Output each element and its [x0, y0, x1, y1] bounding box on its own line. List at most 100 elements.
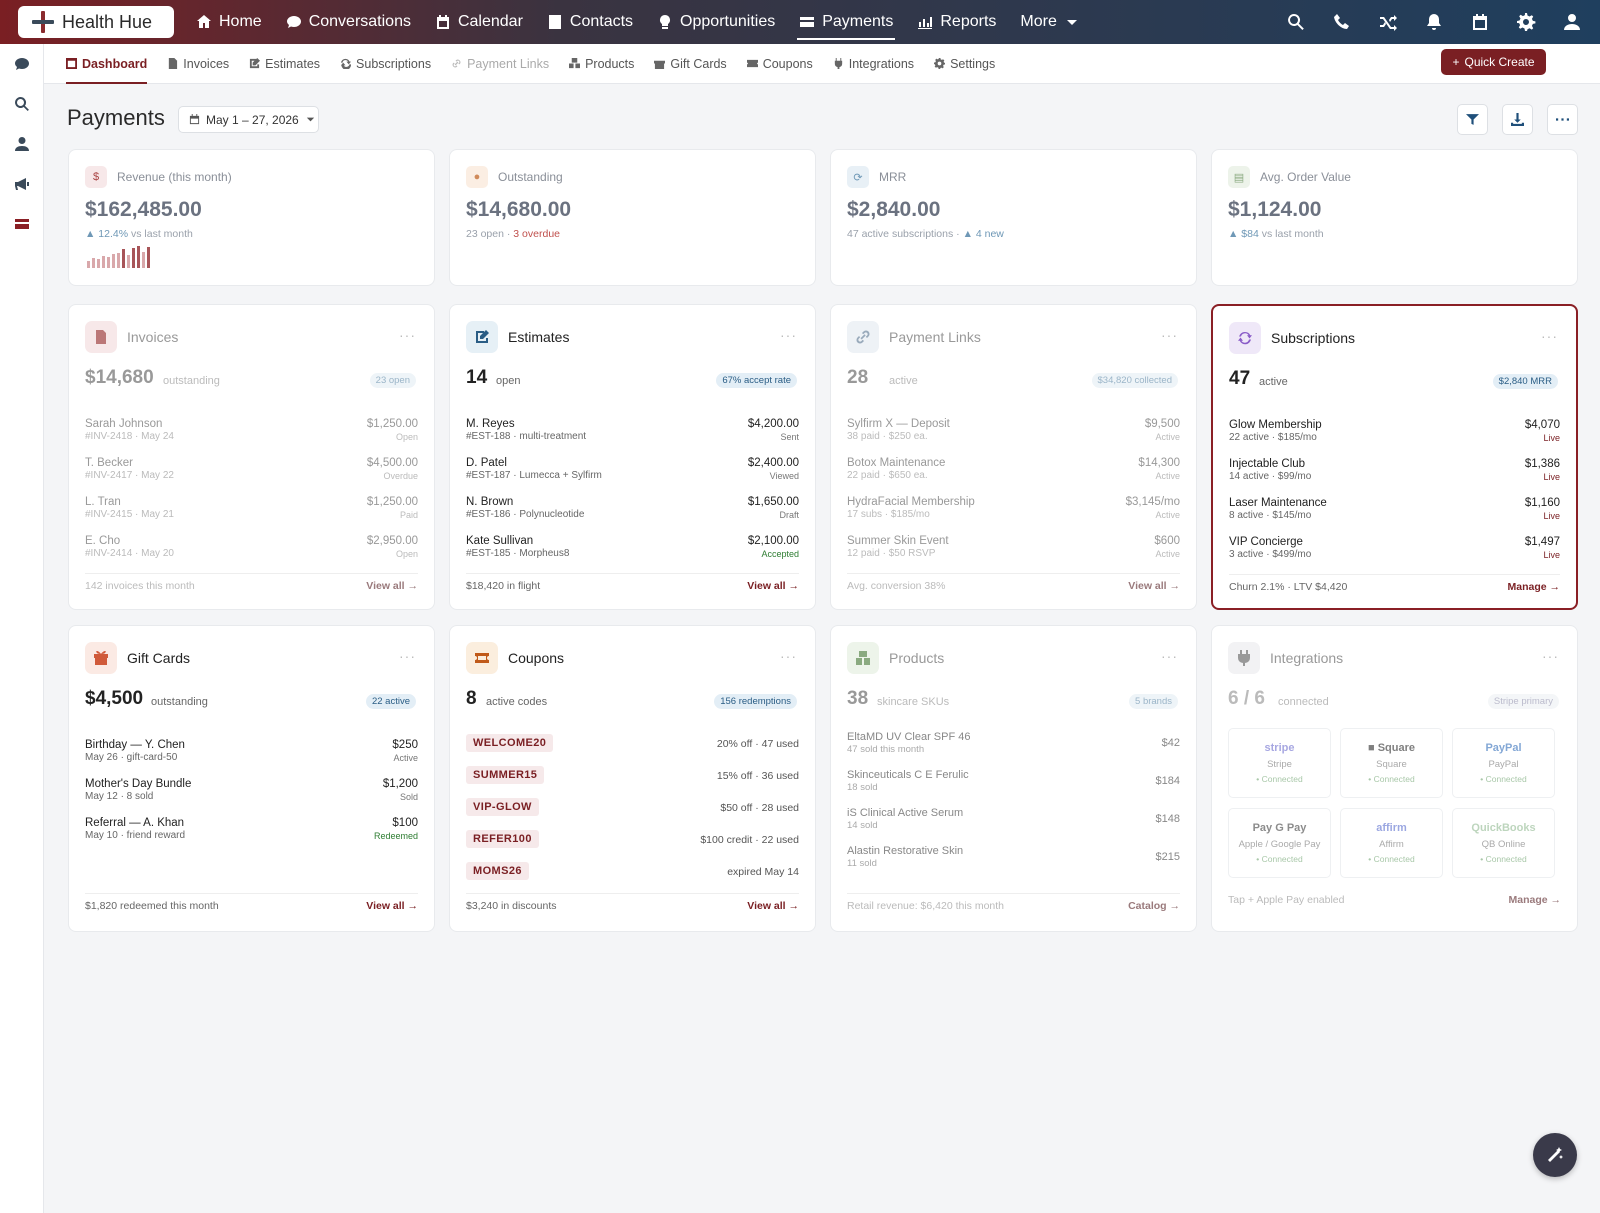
- invoices-row[interactable]: Sarah Johnson #INV-2418 · May 24 $1,250.00…: [85, 418, 418, 452]
- tab-invoices[interactable]: Invoices: [157, 44, 239, 84]
- product-row[interactable]: Skinceuticals C E Ferulic 18 sold $184: [847, 769, 1180, 803]
- gift_cards-row[interactable]: Birthday — Y. Chen May 26 · gift-card-50 $…: [85, 739, 418, 773]
- integration-tile[interactable]: affirm Affirm • Connected: [1340, 808, 1443, 878]
- integration-status: • Connected: [1480, 854, 1527, 864]
- app-logo[interactable]: Health Hue: [18, 6, 174, 38]
- bell-icon[interactable]: [1424, 12, 1444, 32]
- subscriptions-row[interactable]: Laser Maintenance 8 active · $145/mo $1,16…: [1229, 497, 1560, 531]
- integration-tile[interactable]: ■ Square Square • Connected: [1340, 728, 1443, 798]
- payment_links-row[interactable]: HydraFacial Membership 17 subs · $185/mo $…: [847, 496, 1180, 530]
- product-row[interactable]: iS Clinical Active Serum 14 sold $148: [847, 807, 1180, 841]
- view-all-payment-links-link[interactable]: View all →: [1128, 580, 1180, 592]
- tab-products[interactable]: Products: [559, 44, 644, 84]
- filter-button[interactable]: [1457, 104, 1488, 135]
- tab-payment-links[interactable]: Payment Links: [441, 44, 559, 84]
- manage-subscriptions-link[interactable]: Manage →: [1507, 581, 1560, 593]
- payment_links-row[interactable]: Summer Skin Event 12 paid · $50 RSVP $600 A…: [847, 535, 1180, 569]
- nav-more[interactable]: More: [1008, 0, 1091, 44]
- coupon-code[interactable]: VIP-GLOW: [466, 798, 539, 816]
- estimates-row[interactable]: D. Patel #EST-187 · Lumecca + Sylfirm $2,4…: [466, 457, 799, 491]
- tab-coupons[interactable]: Coupons: [737, 44, 823, 84]
- nav-opportunities[interactable]: Opportunities: [645, 0, 787, 44]
- sidebar-search[interactable]: [0, 84, 44, 124]
- tab-dashboard[interactable]: Dashboard: [56, 44, 157, 84]
- coupon-code[interactable]: REFER100: [466, 830, 539, 848]
- view-all-invoices-link[interactable]: View all →: [366, 580, 418, 592]
- date-range-picker[interactable]: May 1 – 27, 2026: [178, 106, 319, 133]
- shuffle-icon[interactable]: [1378, 12, 1398, 32]
- row-name: Glow Membership: [1229, 419, 1322, 431]
- dashboard-icon: [66, 58, 77, 69]
- manage-integrations-link[interactable]: Manage →: [1508, 894, 1561, 906]
- product-price: $184: [1155, 775, 1180, 787]
- nav-home[interactable]: Home: [184, 0, 274, 44]
- integration-tile[interactable]: PayPal PayPal • Connected: [1452, 728, 1555, 798]
- estimates-row[interactable]: Kate Sullivan #EST-185 · Morpheus8 $2,100.…: [466, 535, 799, 569]
- panel-menu-icon[interactable]: ···: [399, 648, 416, 664]
- panel-menu-icon[interactable]: ···: [780, 327, 797, 343]
- panel-footer: Retail revenue: $6,420 this month Catalog…: [847, 893, 1180, 912]
- panel-menu-icon[interactable]: ···: [1541, 328, 1558, 344]
- product-row[interactable]: Alastin Restorative Skin 11 sold $215: [847, 845, 1180, 879]
- subscriptions-row[interactable]: Glow Membership 22 active · $185/mo $4,070…: [1229, 419, 1560, 453]
- subscriptions-row[interactable]: VIP Concierge 3 active · $499/mo $1,497 Liv…: [1229, 536, 1560, 570]
- nav-payments[interactable]: Payments: [787, 0, 905, 44]
- coupon-code[interactable]: SUMMER15: [466, 766, 545, 784]
- payment_links-row[interactable]: Sylfirm X — Deposit 38 paid · $250 ea. $9,…: [847, 418, 1180, 452]
- view-all-gift-cards-link[interactable]: View all →: [366, 900, 418, 912]
- panel-menu-icon[interactable]: ···: [780, 648, 797, 664]
- tab-subscriptions[interactable]: Subscriptions: [330, 44, 441, 84]
- download-button[interactable]: [1502, 104, 1533, 135]
- more-options-button[interactable]: [1547, 104, 1578, 135]
- integration-status: • Connected: [1256, 774, 1303, 784]
- row-amount: $2,400.00: [747, 457, 799, 469]
- row-amount: $1,386: [1524, 458, 1560, 470]
- tab-estimates[interactable]: Estimates: [239, 44, 330, 84]
- view-all-coupons-link[interactable]: View all →: [747, 900, 799, 912]
- tab-integrations[interactable]: Integrations: [823, 44, 924, 84]
- invoices-row[interactable]: E. Cho #INV-2414 · May 20 $2,950.00 Open: [85, 535, 418, 569]
- row-meta: #EST-186 · Polynucleotide: [466, 509, 585, 520]
- gift_cards-row[interactable]: Referral — A. Khan May 10 · friend reward…: [85, 817, 418, 851]
- estimates-row[interactable]: N. Brown #EST-186 · Polynucleotide $1,650.…: [466, 496, 799, 530]
- user-avatar-icon[interactable]: [1562, 12, 1582, 32]
- sidebar-payments[interactable]: [0, 204, 44, 244]
- coupon-code[interactable]: WELCOME20: [466, 734, 554, 752]
- quick-create-button[interactable]: + Quick Create: [1441, 49, 1546, 75]
- magic-assist-button[interactable]: [1533, 1133, 1577, 1177]
- integration-tile[interactable]: Pay G Pay Apple / Google Pay • Connected: [1228, 808, 1331, 878]
- subscriptions-row[interactable]: Injectable Club 14 active · $99/mo $1,386 L…: [1229, 458, 1560, 492]
- panel-menu-icon[interactable]: ···: [1161, 648, 1178, 664]
- gift-icon: [85, 642, 117, 674]
- nav-calendar[interactable]: Calendar: [423, 0, 535, 44]
- sidebar-marketing[interactable]: [0, 164, 44, 204]
- sidebar-conversations[interactable]: [0, 44, 44, 84]
- integration-tile[interactable]: stripe Stripe • Connected: [1228, 728, 1331, 798]
- sidebar-contacts[interactable]: [0, 124, 44, 164]
- magic-wand-icon: [1548, 1147, 1563, 1162]
- coupon-code[interactable]: MOMS26: [466, 862, 529, 880]
- invoices-row[interactable]: T. Becker #INV-2417 · May 22 $4,500.00 Over…: [85, 457, 418, 491]
- gear-icon[interactable]: [1516, 12, 1536, 32]
- invoices-row[interactable]: L. Tran #INV-2415 · May 21 $1,250.00 Paid: [85, 496, 418, 530]
- product-row[interactable]: EltaMD UV Clear SPF 46 47 sold this month…: [847, 731, 1180, 765]
- row-amount: $14,300: [1138, 457, 1180, 469]
- panel-menu-icon[interactable]: ···: [399, 327, 416, 343]
- nav-reports[interactable]: Reports: [905, 0, 1008, 44]
- panel-menu-icon[interactable]: ···: [1542, 648, 1559, 664]
- view-all-estimates-link[interactable]: View all →: [747, 580, 799, 592]
- panel-menu-icon[interactable]: ···: [1161, 327, 1178, 343]
- calendar-top-icon[interactable]: [1470, 12, 1490, 32]
- nav-conversations[interactable]: Conversations: [274, 0, 423, 44]
- phone-icon[interactable]: [1332, 12, 1352, 32]
- gift_cards-row[interactable]: Mother's Day Bundle May 12 · 8 sold $1,200…: [85, 778, 418, 812]
- tab-gift-cards[interactable]: Gift Cards: [644, 44, 736, 84]
- estimates-row[interactable]: M. Reyes #EST-188 · multi-treatment $4,200…: [466, 418, 799, 452]
- row-amount: $2,950.00: [366, 535, 418, 547]
- payment_links-row[interactable]: Botox Maintenance 22 paid · $650 ea. $14,3…: [847, 457, 1180, 491]
- catalog-link[interactable]: Catalog →: [1128, 900, 1180, 912]
- tab-settings[interactable]: Settings: [924, 44, 1005, 84]
- search-icon[interactable]: [1286, 12, 1306, 32]
- integration-tile[interactable]: QuickBooks QB Online • Connected: [1452, 808, 1555, 878]
- nav-contacts[interactable]: Contacts: [535, 0, 645, 44]
